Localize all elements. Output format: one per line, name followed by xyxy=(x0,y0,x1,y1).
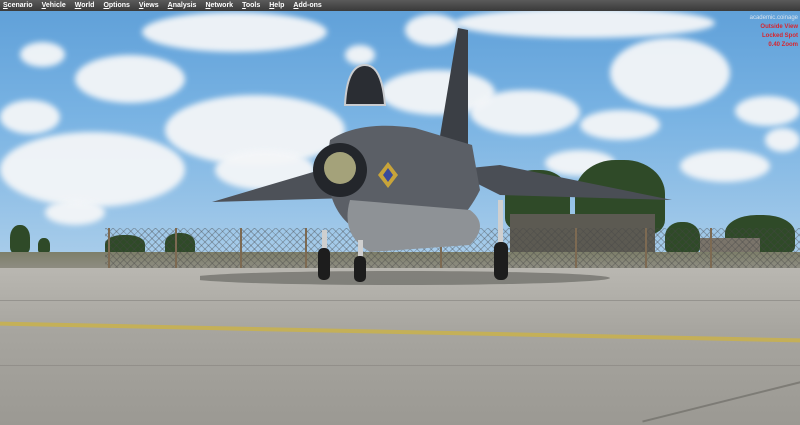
menu-tools[interactable]: Tools xyxy=(242,0,260,11)
right-wing xyxy=(450,165,672,200)
zoom-label: 0.40 Zoom xyxy=(768,42,798,48)
left-wheel xyxy=(318,248,330,280)
nose-wheel xyxy=(354,256,366,282)
slab-joint xyxy=(0,300,800,301)
right-wheel xyxy=(494,242,508,280)
cloud xyxy=(20,42,65,67)
view-mode-label: Outside View xyxy=(760,24,798,30)
cloud xyxy=(765,128,800,152)
tree xyxy=(10,225,30,253)
menu-scenario[interactable]: Scenario xyxy=(3,0,33,11)
tree xyxy=(38,238,50,253)
cloud xyxy=(0,132,185,207)
view-lock-label: Locked Spot xyxy=(761,33,798,39)
right-main-gear xyxy=(498,200,503,245)
menu-analysis[interactable]: Analysis xyxy=(168,0,197,11)
fence-post xyxy=(175,228,177,272)
cloud xyxy=(75,55,185,103)
menu-options[interactable]: Options xyxy=(103,0,129,11)
menu-network[interactable]: Network xyxy=(205,0,233,11)
menu-vehicle[interactable]: Vehicle xyxy=(42,0,66,11)
fence-post xyxy=(710,228,712,272)
overlay-watermark: academic.coinage xyxy=(749,15,798,21)
slab-joint xyxy=(0,365,800,366)
menu-add-ons[interactable]: Add-ons xyxy=(293,0,321,11)
cloud xyxy=(0,100,60,134)
aircraft-shadow xyxy=(200,271,610,285)
flight-sim-viewport[interactable]: academic.coinage Outside View Locked Spo… xyxy=(0,0,800,425)
cloud xyxy=(680,150,770,182)
menu-bar: Scenario Vehicle World Options Views Ana… xyxy=(0,0,800,11)
canopy xyxy=(343,63,387,106)
menu-world[interactable]: World xyxy=(75,0,95,11)
fence-post xyxy=(108,228,110,272)
cloud xyxy=(735,96,800,126)
lightning-jet[interactable] xyxy=(200,20,680,290)
view-status-overlay: academic.coinage Outside View Locked Spo… xyxy=(750,14,798,50)
menu-help[interactable]: Help xyxy=(269,0,284,11)
nose-cone xyxy=(324,152,356,184)
menu-views[interactable]: Views xyxy=(139,0,159,11)
apron-tarmac xyxy=(0,268,800,425)
cloud xyxy=(45,200,105,225)
